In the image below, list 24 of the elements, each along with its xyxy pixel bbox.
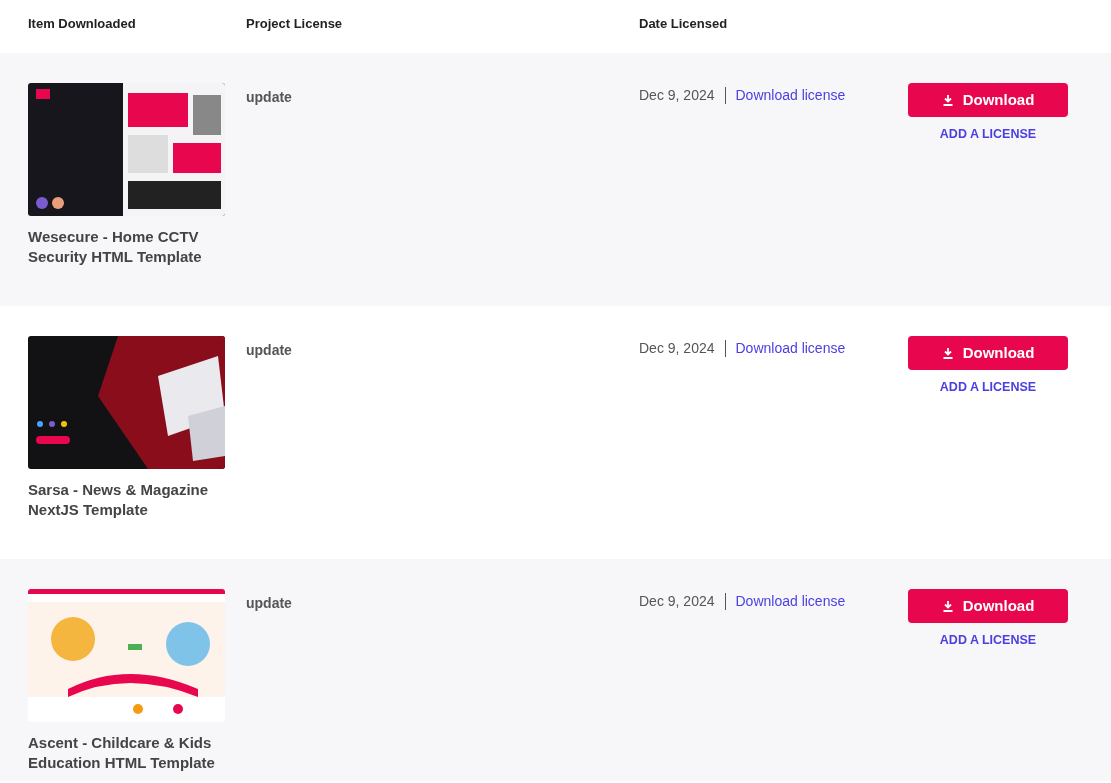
column-header: Project License xyxy=(246,15,343,31)
column-header: Item Downloaded xyxy=(28,15,136,31)
license-date: Dec 9, 2024 xyxy=(639,87,726,104)
column-header: Date Licensed xyxy=(639,15,728,31)
download-button[interactable]: Download xyxy=(908,83,1068,117)
license-date: Dec 9, 2024 xyxy=(639,593,726,610)
add-license-link[interactable]: ADD A LICENSE xyxy=(908,378,1068,397)
download-license-link[interactable]: Download license xyxy=(725,593,846,610)
download-icon xyxy=(941,94,954,106)
item-title: Wesecure - Home CCTV Security HTML Template xyxy=(28,227,203,267)
download-icon xyxy=(941,347,954,359)
license-type: update xyxy=(246,594,292,613)
download-icon xyxy=(941,600,954,612)
add-license-link[interactable]: ADD A LICENSE xyxy=(908,631,1068,650)
license-date: Dec 9, 2024 xyxy=(639,340,726,357)
download-license-link[interactable]: Download license xyxy=(725,340,846,357)
license-type: update xyxy=(246,88,292,107)
download-license-link[interactable]: Download license xyxy=(725,87,846,104)
license-type: update xyxy=(246,341,292,360)
download-button[interactable]: Download xyxy=(908,336,1068,370)
download-button[interactable]: Download xyxy=(908,589,1068,623)
add-license-link[interactable]: ADD A LICENSE xyxy=(908,125,1068,144)
item-title: Ascent - Childcare & Kids Education HTML Template xyxy=(28,733,216,773)
item-title: Sarsa - News & Magazine NextJS Template xyxy=(28,480,210,520)
